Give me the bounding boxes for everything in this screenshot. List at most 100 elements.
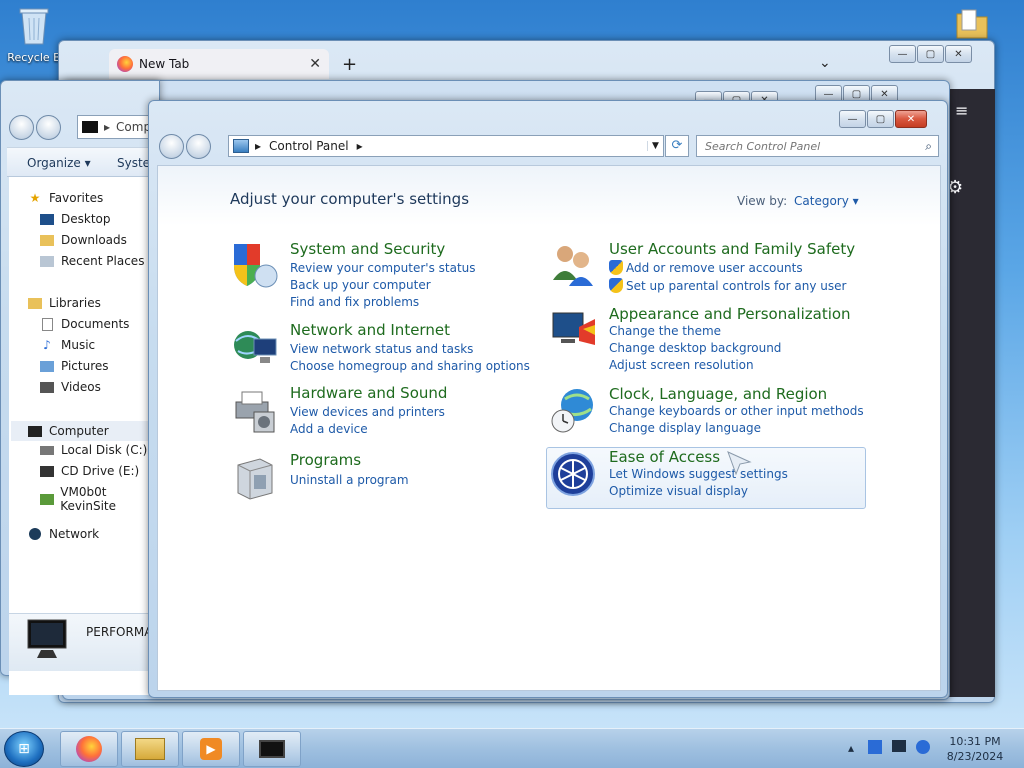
show-hidden-icons-button[interactable]: ▴ <box>848 741 854 755</box>
users-icon <box>553 246 593 286</box>
appearance-monitor-icon <box>552 312 595 345</box>
display-language-link[interactable]: Change display language <box>609 421 761 435</box>
devices-printers-link[interactable]: View devices and printers <box>290 405 445 419</box>
search-box[interactable]: ⌕ <box>696 135 939 157</box>
tab-list-button[interactable]: ⌄ <box>819 55 831 71</box>
back-up-link[interactable]: Back up your computer <box>290 278 431 292</box>
recycle-bin-icon <box>19 8 49 45</box>
tray-network-icon[interactable] <box>868 740 882 757</box>
address-arrow-icon[interactable]: ▸ <box>357 139 363 153</box>
firefox-close-button[interactable]: ✕ <box>945 45 972 63</box>
monitor-icon <box>259 740 285 758</box>
explorer-window[interactable]: ▸ Comp Organize ▾ Syster ★ Favorites Desk… <box>0 80 167 695</box>
view-by-label: View by: <box>737 194 788 208</box>
ease-of-access-link[interactable]: Ease of Access <box>609 448 720 466</box>
tree-item-network-drive[interactable]: VM0b0t KevinSite <box>39 485 161 513</box>
add-remove-accounts-link[interactable]: Add or remove user accounts <box>609 260 803 275</box>
tree-item-music[interactable]: ♪ Music <box>39 338 95 352</box>
view-network-status-link[interactable]: View network status and tasks <box>290 342 473 356</box>
tree-item-libraries[interactable]: Libraries <box>27 296 101 310</box>
ease-of-access-icon <box>551 452 595 496</box>
tree-label: Documents <box>61 317 130 331</box>
taskbar-media-player-button[interactable]: ▶ <box>182 731 240 767</box>
control-panel-window[interactable]: — ▢ ✕ ▸ Control Panel ▸ ▼ ⟳ ⌕ Adjust you… <box>148 100 948 698</box>
optimize-visual-link[interactable]: Optimize visual display <box>609 484 748 498</box>
taskbar-explorer-button[interactable] <box>121 731 179 767</box>
suggest-settings-link[interactable]: Let Windows suggest settings <box>609 467 788 481</box>
explorer-toolbar: Organize ▾ Syster <box>7 147 167 177</box>
network-internet-link[interactable]: Network and Internet <box>290 321 450 339</box>
start-button[interactable]: ⊞ <box>4 731 44 767</box>
media-player-icon: ▶ <box>200 738 222 760</box>
system-security-link[interactable]: System and Security <box>290 240 445 258</box>
programs-link[interactable]: Programs <box>290 451 361 469</box>
close-tab-icon[interactable]: ✕ <box>309 56 321 72</box>
address-segment-control-panel[interactable]: Control Panel <box>269 139 349 153</box>
videos-icon <box>39 380 55 394</box>
tree-item-computer[interactable]: Computer <box>11 421 161 441</box>
recent-places-icon <box>39 254 55 268</box>
tree-item-downloads[interactable]: Downloads <box>39 233 127 247</box>
search-icon[interactable]: ⌕ <box>925 139 932 154</box>
desktop-background-link[interactable]: Change desktop background <box>609 341 781 355</box>
tree-item-cd-drive[interactable]: CD Drive (E:) <box>39 464 139 478</box>
firefox-minimize-button[interactable]: — <box>889 45 916 63</box>
folder-desktop-icon[interactable] <box>954 6 990 42</box>
address-arrow-icon: ▸ <box>104 120 111 134</box>
clock-language-link[interactable]: Clock, Language, and Region <box>609 385 827 403</box>
tree-item-videos[interactable]: Videos <box>39 380 101 394</box>
network-drive-icon <box>39 492 54 506</box>
recycle-bin-desktop-icon[interactable]: Recycle B <box>4 6 64 64</box>
music-icon: ♪ <box>43 338 51 352</box>
cp-minimize-button[interactable]: — <box>839 110 866 128</box>
cp-maximize-button[interactable]: ▢ <box>867 110 894 128</box>
cp-close-button[interactable]: ✕ <box>895 110 927 128</box>
screen-resolution-link[interactable]: Adjust screen resolution <box>609 358 754 372</box>
cp-back-button[interactable] <box>159 134 184 159</box>
menu-icon[interactable]: ≡ <box>955 101 968 120</box>
homegroup-sharing-link[interactable]: Choose homegroup and sharing options <box>290 359 530 373</box>
find-fix-problems-link[interactable]: Find and fix problems <box>290 295 419 309</box>
tree-item-recent-places[interactable]: Recent Places <box>39 254 144 268</box>
details-title: PERFORMA <box>86 625 153 639</box>
tree-item-favorites[interactable]: ★ Favorites <box>27 191 104 205</box>
firefox-maximize-button[interactable]: ▢ <box>917 45 944 63</box>
taskbar-computer-button[interactable] <box>243 731 301 767</box>
tree-item-network[interactable]: Network <box>27 527 99 541</box>
tray-volume-icon[interactable] <box>916 740 930 757</box>
taskbar-clock[interactable]: 10:31 PM 8/23/2024 <box>940 734 1010 764</box>
cp-forward-button[interactable] <box>186 134 211 159</box>
explorer-forward-button[interactable] <box>36 115 61 140</box>
explorer-back-button[interactable] <box>9 115 34 140</box>
computer-icon <box>27 424 43 438</box>
details-pane: PERFORMA <box>9 613 161 671</box>
uac-shield-icon <box>609 260 623 275</box>
tab-new-tab[interactable]: New Tab ✕ <box>109 49 329 79</box>
user-accounts-link[interactable]: User Accounts and Family Safety <box>609 240 855 258</box>
change-theme-link[interactable]: Change the theme <box>609 324 721 338</box>
printer-icon <box>235 391 275 433</box>
appearance-link[interactable]: Appearance and Personalization <box>609 305 851 323</box>
cp-address-bar[interactable]: ▸ Control Panel ▸ ▼ <box>228 135 664 157</box>
address-dropdown-icon[interactable]: ▼ <box>647 141 663 151</box>
tree-item-pictures[interactable]: Pictures <box>39 359 109 373</box>
taskbar-firefox-button[interactable] <box>60 731 118 767</box>
add-device-link[interactable]: Add a device <box>290 422 368 436</box>
change-keyboards-link[interactable]: Change keyboards or other input methods <box>609 404 864 418</box>
hardware-sound-link[interactable]: Hardware and Sound <box>290 384 447 402</box>
uninstall-program-link[interactable]: Uninstall a program <box>290 473 409 487</box>
tree-item-local-disk[interactable]: Local Disk (C:) <box>39 443 147 457</box>
tray-display-icon[interactable] <box>892 740 906 755</box>
organize-button[interactable]: Organize ▾ <box>27 156 91 170</box>
monitor-icon <box>27 619 67 658</box>
tree-item-documents[interactable]: Documents <box>39 317 129 331</box>
search-input[interactable] <box>703 138 913 154</box>
new-tab-button[interactable]: + <box>342 54 357 75</box>
parental-controls-link[interactable]: Set up parental controls for any user <box>609 278 846 293</box>
review-status-link[interactable]: Review your computer's status <box>290 261 476 275</box>
tree-item-desktop[interactable]: Desktop <box>39 212 111 226</box>
view-by-dropdown[interactable]: Category ▾ <box>794 194 859 208</box>
refresh-button[interactable]: ⟳ <box>665 135 689 157</box>
tree-label: Pictures <box>61 359 109 373</box>
desktop-icon <box>39 212 55 226</box>
